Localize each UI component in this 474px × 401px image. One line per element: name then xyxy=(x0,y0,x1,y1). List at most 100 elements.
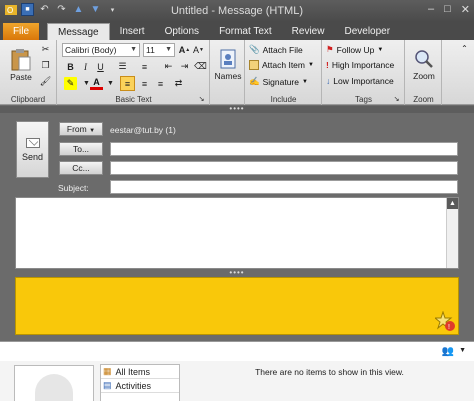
maximize-icon[interactable]: □ xyxy=(444,3,451,16)
to-field[interactable] xyxy=(110,142,458,156)
attach-file-label: Attach File xyxy=(262,44,303,55)
attach-item-label: Attach Item xyxy=(262,60,305,70)
window-controls: – □ ✕ xyxy=(428,3,470,16)
star-badge-icon[interactable]: ! xyxy=(435,311,455,331)
names-button[interactable]: Names xyxy=(213,43,243,87)
people-icon[interactable]: 👥 xyxy=(442,346,454,357)
tab-review[interactable]: Review xyxy=(282,23,335,40)
align-right-icon[interactable]: ≡ xyxy=(154,77,167,90)
message-body[interactable]: ▲ xyxy=(15,197,459,269)
italic-icon[interactable]: I xyxy=(79,60,92,73)
zoom-group: Zoom Zoom xyxy=(406,40,442,105)
bullets-icon[interactable]: ☰ xyxy=(116,60,129,73)
paste-label: Paste xyxy=(10,72,32,82)
cut-icon[interactable]: ✂ xyxy=(39,43,52,56)
send-label: Send xyxy=(21,151,44,162)
zoom-label: Zoom xyxy=(413,71,435,81)
basic-text-group-label: Basic Text xyxy=(115,95,152,104)
minimize-icon[interactable]: – xyxy=(428,3,434,16)
highlight-icon[interactable]: ✎ xyxy=(64,77,77,90)
empty-view-message: There are no items to show in this view. xyxy=(255,367,404,377)
chevron-down-icon: ▼ xyxy=(301,78,308,85)
attach-item-button[interactable]: Attach Item ▼ xyxy=(249,60,314,70)
tab-message[interactable]: Message xyxy=(47,23,110,40)
list-item[interactable]: ▦ All Items xyxy=(101,365,179,379)
names-group: Names xyxy=(211,40,245,105)
low-importance-button[interactable]: ↓ Low Importance xyxy=(326,76,394,86)
ribbon: Paste ✂ ❐ 🖌 Clipboard Calibri (Body) ▼ 11… xyxy=(0,40,474,105)
contact-photo xyxy=(14,365,94,401)
signature-icon: ✍ xyxy=(249,76,260,86)
follow-up-button[interactable]: ⚑ Follow Up ▼ xyxy=(326,44,383,55)
font-name-dropdown[interactable]: Calibri (Body) ▼ xyxy=(62,43,140,57)
minimize-ribbon-icon[interactable]: ⌃ xyxy=(458,42,471,55)
scroll-top-icon[interactable]: ▲ xyxy=(447,198,458,209)
grow-font-icon[interactable]: A ▲ xyxy=(178,43,191,56)
tab-file[interactable]: File xyxy=(3,23,39,40)
dialog-launcher-icon[interactable]: ↘ xyxy=(390,92,403,105)
align-center-icon[interactable]: ≡ xyxy=(138,77,151,90)
paste-icon xyxy=(11,49,31,71)
paste-button[interactable]: Paste xyxy=(6,43,36,87)
include-group: 📎 Attach File Attach Item ▼ ✍ Signature ▼ In… xyxy=(246,40,322,105)
svg-text:!: ! xyxy=(448,324,450,331)
names-label: Names xyxy=(214,71,242,81)
chevron-down-icon: ▼ xyxy=(308,62,314,68)
bold-icon[interactable]: B xyxy=(64,60,77,73)
clear-formatting-icon[interactable]: ⌫ xyxy=(194,60,207,73)
font-color-icon[interactable]: A xyxy=(90,77,103,90)
signature-button[interactable]: ✍ Signature ▼ xyxy=(249,76,308,87)
dialog-launcher-icon[interactable]: ↘ xyxy=(195,92,208,105)
cc-button[interactable]: Cc... xyxy=(59,161,103,175)
people-pane-header: 👥 ▼ xyxy=(0,341,474,361)
shrink-font-icon[interactable]: A ▼ xyxy=(192,43,205,56)
subject-label: Subject: xyxy=(58,183,89,193)
activities-icon: ▤ xyxy=(103,380,112,390)
text-direction-icon[interactable]: ⇄ xyxy=(172,77,185,90)
underline-icon[interactable]: U xyxy=(94,60,107,73)
cc-field[interactable] xyxy=(110,161,458,175)
numbering-icon[interactable]: ≡ xyxy=(138,60,151,73)
to-button[interactable]: To... xyxy=(59,142,103,156)
decrease-indent-icon[interactable]: ⇤ xyxy=(162,60,175,73)
tab-options[interactable]: Options xyxy=(155,23,209,40)
font-color-dropdown-icon[interactable]: ▼ xyxy=(104,77,117,90)
paperclip-icon: 📎 xyxy=(249,44,260,54)
attach-file-button[interactable]: 📎 Attach File xyxy=(249,44,303,55)
address-book-icon xyxy=(220,49,236,69)
format-painter-icon[interactable]: 🖌 xyxy=(39,75,52,88)
send-button[interactable]: Send xyxy=(16,121,49,178)
all-items-label: All Items xyxy=(115,366,151,377)
close-icon[interactable]: ✕ xyxy=(461,3,470,16)
increase-indent-icon[interactable]: ⇥ xyxy=(178,60,191,73)
tags-group: ⚑ Follow Up ▼ ! High Importance ↓ Low Import… xyxy=(323,40,405,105)
chevron-down-icon: ▼ xyxy=(165,46,172,53)
align-left-icon[interactable]: ≡ xyxy=(120,76,135,91)
compose-header: Send From ▼ eestar@tut.by (1) To... Cc..… xyxy=(0,113,474,195)
chevron-down-icon: ▼ xyxy=(130,46,137,53)
zoom-group-label: Zoom xyxy=(413,95,434,104)
body-scrollbar[interactable]: ▲ xyxy=(446,198,458,268)
down-arrow-icon: ↓ xyxy=(326,76,331,86)
tab-format-text[interactable]: Format Text xyxy=(209,23,282,40)
activities-label: Activities xyxy=(115,380,152,391)
tab-developer[interactable]: Developer xyxy=(334,23,400,40)
from-button-label: From xyxy=(66,124,87,134)
subject-field[interactable] xyxy=(110,180,458,194)
zoom-button[interactable]: Zoom xyxy=(409,43,439,87)
social-connector-bar: ! xyxy=(15,277,459,335)
font-size-dropdown[interactable]: 11 ▼ xyxy=(143,43,175,57)
high-importance-button[interactable]: ! High Importance xyxy=(326,60,394,70)
font-size-value: 11 xyxy=(146,45,155,55)
flag-icon: ⚑ xyxy=(326,44,334,54)
copy-icon[interactable]: ❐ xyxy=(39,59,52,72)
exclamation-icon: ! xyxy=(326,60,329,70)
ribbon-tabs: File Message Insert Options Format Text … xyxy=(0,22,474,40)
tab-insert[interactable]: Insert xyxy=(110,23,155,40)
list-item[interactable]: ▤ Activities xyxy=(101,379,179,393)
from-address: eestar@tut.by (1) xyxy=(110,125,176,135)
chevron-down-icon[interactable]: ▼ xyxy=(459,347,466,354)
follow-up-label: Follow Up xyxy=(336,44,375,55)
from-button[interactable]: From ▼ xyxy=(59,122,103,136)
low-importance-label: Low Importance xyxy=(333,76,394,86)
